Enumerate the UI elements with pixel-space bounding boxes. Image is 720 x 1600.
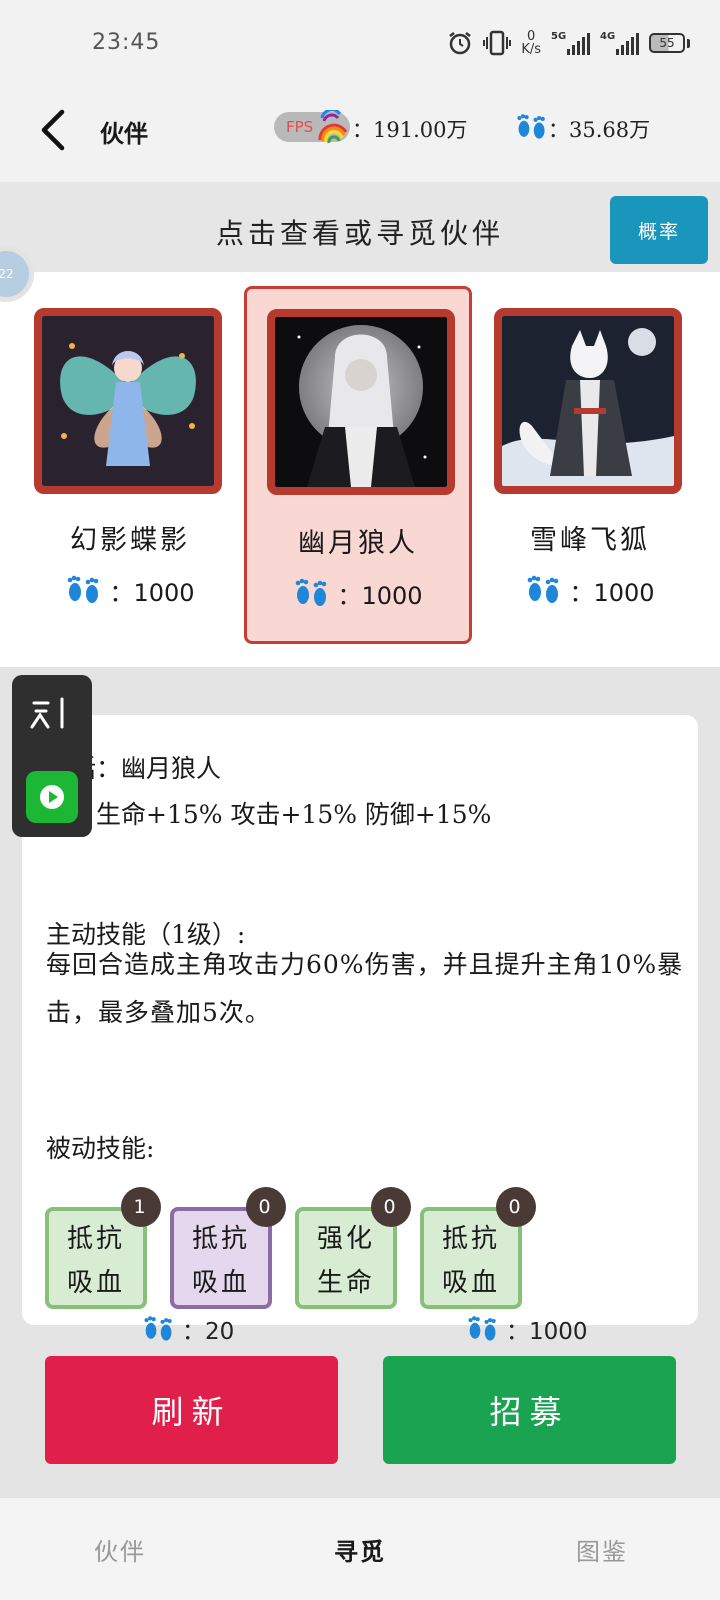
partner-cost: ：1000 — [247, 575, 469, 611]
recruit-cost: ：1000 — [466, 1312, 588, 1346]
partner-name: 幻影蝶影 — [70, 525, 190, 556]
nav-tab-search[interactable]: 寻觅 — [334, 1532, 386, 1567]
cost-value: ：20 — [182, 1319, 235, 1345]
floating-widget[interactable] — [12, 675, 92, 837]
play-button[interactable] — [26, 771, 78, 823]
partner-cards: 22 幻影蝶影 ：1000 幽月狼人 ：1000 雪峰飞狐 ：1000 — [0, 246, 720, 667]
signal-icon: 5G — [551, 31, 590, 55]
back-arrow-icon — [41, 109, 65, 151]
moon-wolf-image — [275, 317, 447, 487]
banner: 点击查看或寻觅伙伴 概率 — [0, 182, 720, 272]
nav-tab-gallery[interactable]: 图鉴 — [576, 1532, 628, 1567]
skill-label: 生命 — [316, 1268, 375, 1298]
back-button[interactable] — [30, 104, 74, 156]
skill-level-badge: 1 — [121, 1187, 161, 1227]
partner-card[interactable]: 雪峰飞狐 ：1000 — [476, 290, 704, 640]
partner-cost: ：1000 — [476, 572, 704, 608]
play-icon — [40, 785, 64, 809]
partner-portrait — [34, 308, 222, 494]
recruit-button[interactable]: 招募 — [383, 1356, 676, 1464]
passive-skill-item[interactable]: 强化 生命 0 — [295, 1187, 411, 1309]
bottom-nav: 伙伴 寻觅 图鉴 — [0, 1497, 720, 1600]
partner-cost: ：1000 — [16, 572, 244, 608]
header: 伙伴 FPS ：191.00万 ：35.68万 — [0, 88, 720, 182]
status-time: 23:45 — [92, 30, 161, 55]
alarm-icon — [447, 28, 473, 58]
vibrate-icon — [483, 28, 512, 58]
footprint-icon — [296, 578, 327, 606]
battery-icon: 55 — [649, 33, 690, 53]
status-icons: 0 K/s 5G 4G 55 — [447, 28, 690, 58]
passive-skill-title: 被动技能: — [46, 1134, 155, 1163]
page-title: 伙伴 — [100, 120, 148, 148]
nav-tab-partner[interactable]: 伙伴 — [94, 1532, 146, 1567]
cost-value: ：1000 — [109, 578, 195, 607]
skill-label: 吸血 — [66, 1268, 125, 1298]
probability-button[interactable]: 概率 — [610, 196, 708, 264]
footprint-icon — [144, 1316, 172, 1341]
partner-portrait — [494, 308, 682, 494]
partner-portrait — [267, 309, 455, 495]
status-bar: 23:45 0 K/s 5G 4G 55 — [0, 0, 720, 88]
active-skill-desc: 每回合造成主角攻击力60%伤害，并且提升主角10%暴击，最多叠加5次。 — [46, 950, 684, 1027]
resource-value: ：35.68万 — [548, 118, 651, 142]
refresh-cost: ：20 — [142, 1312, 234, 1346]
footprint-icon — [68, 575, 99, 603]
partner-name: 幽月狼人 — [298, 528, 418, 559]
signal-tag: 4G — [600, 31, 616, 42]
footprint-icon — [528, 575, 559, 603]
partner-card-selected[interactable]: 幽月狼人 ：1000 — [244, 286, 472, 644]
butterfly-fairy-image — [42, 316, 214, 486]
rainbow-icon — [318, 110, 348, 144]
skill-level-badge: 0 — [371, 1187, 411, 1227]
refresh-button[interactable]: 刷新 — [45, 1356, 338, 1464]
passive-skill-item[interactable]: 抵抗 吸血 0 — [420, 1187, 536, 1309]
signal-tag: 5G — [551, 31, 567, 42]
resource-value: ：191.00万 — [352, 118, 468, 142]
passive-skill-item[interactable]: 抵抗 吸血 1 — [45, 1187, 161, 1309]
collapse-icon — [30, 697, 64, 729]
partner-name: 雪峰飞狐 — [530, 525, 650, 556]
cost-value: ：1000 — [337, 581, 423, 610]
skill-level-badge: 0 — [246, 1187, 286, 1227]
skill-label: 吸血 — [441, 1268, 500, 1298]
skill-level-badge: 0 — [496, 1187, 536, 1227]
net-speed-unit: K/s — [521, 42, 541, 57]
signal-icon: 4G — [600, 31, 639, 55]
cost-value: ：1000 — [506, 1319, 588, 1345]
attribute-line: 性：生命+15% 攻击+15% 防御+15% — [46, 800, 492, 829]
footprint-icon — [517, 114, 545, 139]
partner-card[interactable]: 幻影蝶影 ：1000 — [16, 290, 244, 640]
footprint-icon — [468, 1316, 496, 1341]
snow-fox-image — [502, 316, 674, 486]
passive-skill-item[interactable]: 抵抗 吸血 0 — [170, 1187, 286, 1309]
cost-value: ：1000 — [569, 578, 655, 607]
net-speed: 0 K/s — [521, 30, 541, 56]
battery-level: 55 — [649, 33, 685, 53]
skill-label: 吸血 — [191, 1268, 250, 1298]
